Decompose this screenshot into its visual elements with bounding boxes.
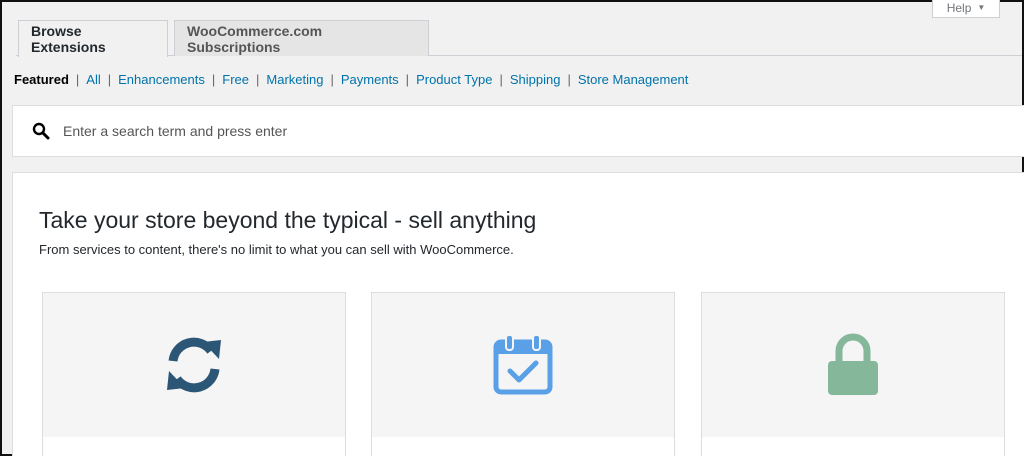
separator: | — [107, 72, 112, 87]
featured-content: Take your store beyond the typical - sel… — [12, 172, 1024, 456]
subnav-item-all[interactable]: All — [86, 72, 100, 87]
separator: | — [330, 72, 334, 87]
card-image — [702, 293, 1004, 437]
tab-bar: Browse Extensions WooCommerce.com Subscr… — [16, 18, 1022, 57]
sync-icon — [167, 337, 221, 393]
subnav-item-store-management[interactable]: Store Management — [578, 72, 689, 87]
card-image — [372, 293, 674, 437]
caret-down-icon: ▼ — [977, 3, 986, 12]
separator: | — [211, 72, 216, 87]
help-tab[interactable]: Help ▼ — [932, 0, 1000, 18]
subnav-item-product-type[interactable]: Product Type — [416, 72, 492, 87]
subnav-item-marketing[interactable]: Marketing — [266, 72, 323, 87]
search-input[interactable] — [63, 123, 663, 139]
lock-icon — [828, 333, 878, 395]
calendar-check-icon — [493, 334, 553, 395]
tab-browse-extensions[interactable]: Browse Extensions — [18, 20, 168, 57]
separator: | — [499, 72, 503, 87]
extension-card[interactable] — [371, 292, 675, 456]
subnav-item-free[interactable]: Free — [222, 72, 249, 87]
card-image — [43, 293, 345, 437]
search-icon — [32, 122, 50, 140]
separator: | — [75, 72, 80, 87]
extension-card[interactable] — [42, 292, 346, 456]
tab-label: WooCommerce.com Subscriptions — [187, 22, 323, 55]
tab-woocommerce-subscriptions[interactable]: WooCommerce.com Subscriptions — [174, 20, 429, 56]
subnav-item-enhancements[interactable]: Enhancements — [118, 72, 205, 87]
subnav-item-shipping[interactable]: Shipping — [510, 72, 561, 87]
separator: | — [567, 72, 571, 87]
help-label: Help — [946, 0, 972, 15]
search-box — [12, 105, 1024, 157]
extension-category-nav: Featured | All | Enhancements | Free | M… — [14, 72, 688, 87]
separator: | — [256, 72, 260, 87]
subnav-item-payments[interactable]: Payments — [341, 72, 399, 87]
tab-label: Browse Extensions — [31, 23, 106, 55]
extension-card[interactable] — [701, 292, 1005, 456]
separator: | — [405, 72, 410, 87]
page-title: Take your store beyond the typical - sel… — [39, 207, 537, 233]
page-subtitle: From services to content, there's no lim… — [39, 242, 514, 257]
subnav-item-featured[interactable]: Featured — [14, 72, 69, 87]
